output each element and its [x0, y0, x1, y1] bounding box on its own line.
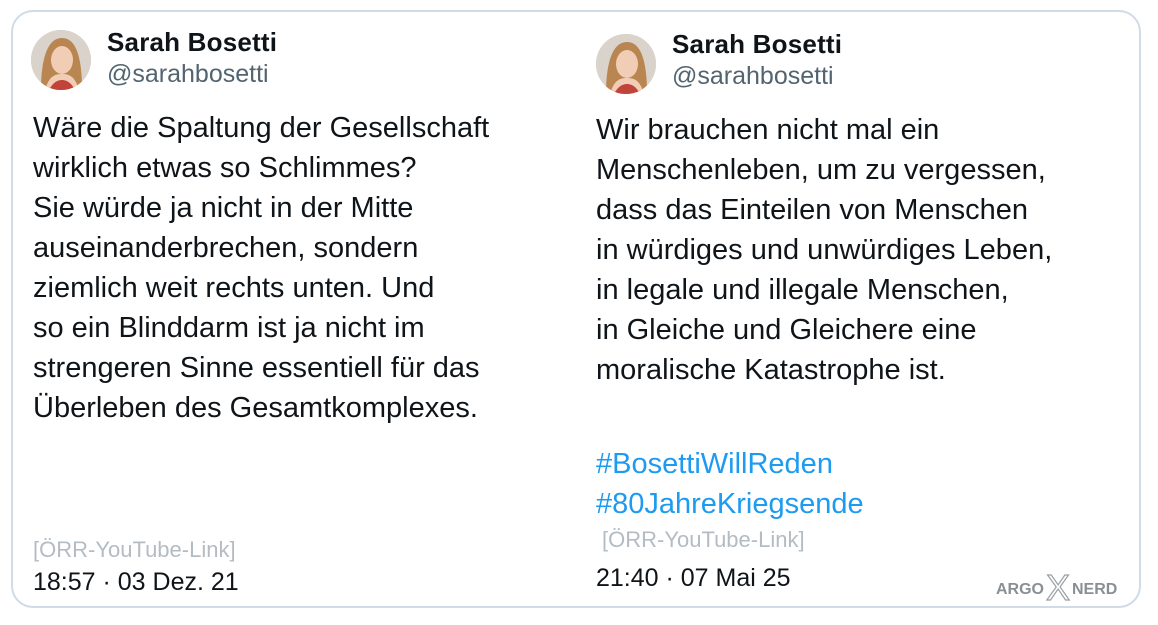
author-name[interactable]: Sarah Bosetti [107, 26, 277, 58]
timestamp[interactable]: 21:40 · 07 Mai 25 [596, 564, 791, 593]
tweet-left: Sarah Bosetti @sarahbosetti Wäre die Spa… [31, 12, 571, 606]
tweet-right: Sarah Bosetti @sarahbosetti Wir brauchen… [596, 12, 1136, 606]
avatar-photo-icon [596, 34, 656, 94]
tweet-text: Wir brauchen nicht mal ein Menschenleben… [596, 110, 1052, 390]
tweet-line: moralische Katastrophe ist. [596, 354, 946, 386]
tweet-line: wirklich etwas so Schlimmes? [33, 152, 417, 184]
tweet-line: in legale und illegale Menschen, [596, 274, 1009, 306]
tweet-line: so ein Blinddarm ist ja nicht im [33, 312, 425, 344]
author-name[interactable]: Sarah Bosetti [672, 28, 842, 60]
hashtag-link[interactable]: #80JahreKriegsende [596, 484, 864, 524]
tweet-text: Wäre die Spaltung der Gesellschaft wirkl… [33, 108, 489, 428]
avatar[interactable] [596, 34, 656, 94]
screenshot-card: Sarah Bosetti @sarahbosetti Wäre die Spa… [11, 10, 1141, 608]
link-placeholder: [ÖRR-YouTube-Link] [602, 527, 805, 552]
author-handle[interactable]: @sarahbosetti [107, 58, 277, 90]
argonerd-logo: ARGO X NERD [996, 570, 1117, 604]
tweet-line: Überleben des Gesamtkomplexes. [33, 392, 478, 424]
logo-text-left: ARGO [996, 581, 1044, 598]
tweet-line: dass das Einteilen von Menschen [596, 194, 1029, 226]
tweet-line: Wäre die Spaltung der Gesellschaft [33, 112, 490, 144]
hashtag-link[interactable]: #BosettiWillReden [596, 444, 864, 484]
avatar[interactable] [31, 30, 91, 90]
tweet-line: Wir brauchen nicht mal ein [596, 114, 940, 146]
tweet-line: Menschenleben, um zu vergessen, [596, 154, 1046, 186]
author-handle[interactable]: @sarahbosetti [672, 60, 842, 92]
tweet-line: in Gleiche und Gleichere eine [596, 314, 977, 346]
tweet-line: in würdiges und unwürdiges Leben, [596, 234, 1053, 266]
logo-text-right: NERD [1072, 581, 1117, 598]
tweet-line: auseinanderbrechen, sondern [33, 232, 419, 264]
author-block: Sarah Bosetti @sarahbosetti [107, 26, 277, 90]
tweet-line: strengeren Sinne essentiell für das [33, 352, 480, 384]
tweet-line: ziemlich weit rechts unten. Und [33, 272, 435, 304]
logo-text-mid: X [1046, 570, 1070, 604]
hashtags: #BosettiWillReden #80JahreKriegsende [596, 444, 864, 524]
author-block: Sarah Bosetti @sarahbosetti [672, 28, 842, 92]
tweet-line: Sie würde ja nicht in der Mitte [33, 192, 414, 224]
link-placeholder: [ÖRR-YouTube-Link] [33, 537, 236, 562]
avatar-photo-icon [31, 30, 91, 90]
timestamp[interactable]: 18:57 · 03 Dez. 21 [33, 568, 239, 597]
